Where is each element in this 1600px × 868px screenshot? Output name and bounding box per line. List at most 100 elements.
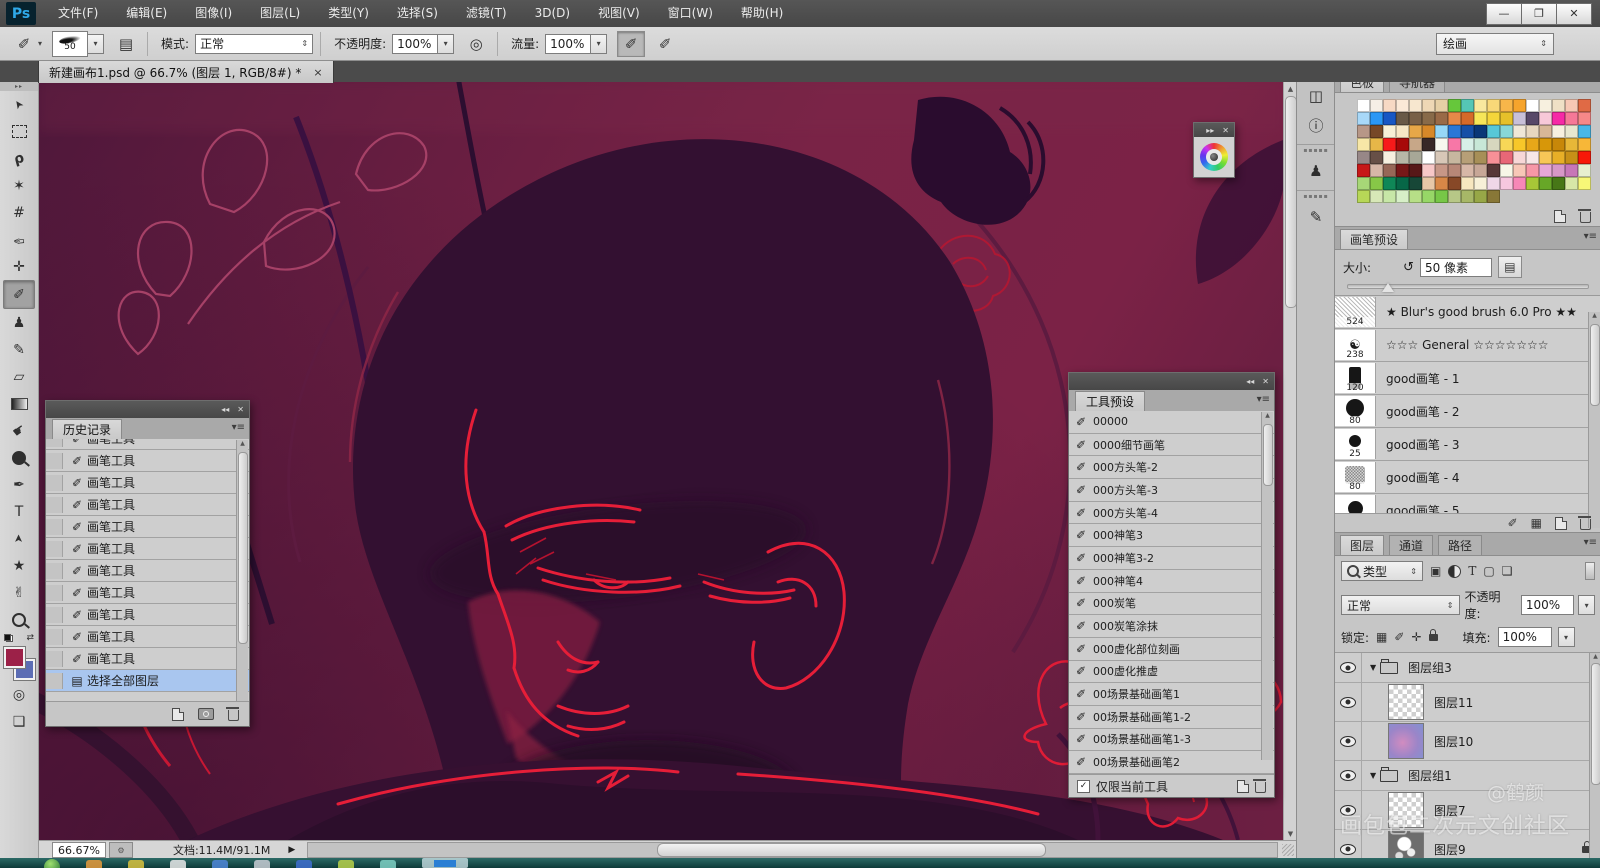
swatch[interactable]: [1357, 151, 1370, 164]
close-panel-icon[interactable]: ✕: [1262, 377, 1269, 386]
history-source-checkbox[interactable]: [46, 541, 63, 557]
swatch[interactable]: [1422, 151, 1435, 164]
panel-menu-icon[interactable]: ▾≡: [1584, 231, 1597, 242]
delete-preset-icon[interactable]: [1255, 782, 1266, 793]
lock-all-icon[interactable]: [1429, 634, 1438, 641]
swatch[interactable]: [1539, 151, 1552, 164]
slider-thumb[interactable]: [1382, 283, 1394, 292]
history-source-checkbox[interactable]: [46, 453, 63, 469]
styles-panel-icon[interactable]: ◫: [1301, 83, 1331, 109]
quick-mask-tool[interactable]: ◎: [4, 681, 34, 708]
swatch[interactable]: [1487, 190, 1500, 203]
swatch[interactable]: [1383, 151, 1396, 164]
new-preset-icon[interactable]: [1237, 780, 1249, 793]
swatch[interactable]: [1396, 151, 1409, 164]
tool-presets-scrollbar[interactable]: ▲: [1261, 412, 1273, 760]
swatch[interactable]: [1448, 99, 1461, 112]
menu-item[interactable]: 图像(I): [181, 0, 246, 27]
taskbar-icon[interactable]: [338, 860, 354, 868]
tool-preset-item[interactable]: ✐ 000神笔3: [1069, 524, 1274, 547]
swatch[interactable]: [1474, 164, 1487, 177]
swatch[interactable]: [1422, 112, 1435, 125]
tool-presets-panel-icon[interactable]: ✎: [1301, 204, 1331, 230]
swatch[interactable]: [1370, 190, 1383, 203]
delete-brush-icon[interactable]: [1580, 519, 1591, 530]
swatch[interactable]: [1461, 138, 1474, 151]
history-entry-selected[interactable]: ▤ 选择全部图层: [46, 670, 249, 692]
swatch[interactable]: [1370, 138, 1383, 151]
swatch[interactable]: [1461, 190, 1474, 203]
layer-row-11[interactable]: 图层11: [1335, 683, 1600, 722]
tool-preset-item[interactable]: ✐ 00场景基础画笔1-3: [1069, 729, 1274, 752]
healing-brush-tool[interactable]: ✛: [4, 253, 34, 280]
swatch[interactable]: [1526, 125, 1539, 138]
swatch[interactable]: [1565, 99, 1578, 112]
swatch[interactable]: [1435, 164, 1448, 177]
brush-preset-item[interactable]: 80 good画笔 - 2: [1335, 395, 1600, 428]
swatch[interactable]: [1409, 177, 1422, 190]
swatch[interactable]: [1513, 125, 1526, 138]
history-entry[interactable]: ✐ 画笔工具: [46, 560, 249, 582]
swatch[interactable]: [1435, 177, 1448, 190]
filter-type-select[interactable]: 类型 ⇕: [1341, 561, 1423, 581]
brush-preset-picker[interactable]: 50 ▾: [52, 31, 104, 57]
filter-adjustment-icon[interactable]: [1448, 565, 1461, 578]
type-tool[interactable]: T: [4, 498, 34, 525]
swatch[interactable]: [1474, 190, 1487, 203]
swatch[interactable]: [1383, 190, 1396, 203]
history-entry[interactable]: ✐ 画笔工具: [46, 626, 249, 648]
history-source-checkbox[interactable]: [46, 651, 63, 667]
menu-item[interactable]: 编辑(E): [112, 0, 181, 27]
swatch[interactable]: [1370, 125, 1383, 138]
swatch[interactable]: [1565, 177, 1578, 190]
swatch[interactable]: [1474, 177, 1487, 190]
fill-arrow[interactable]: ▾: [1558, 627, 1575, 647]
layer-row-7[interactable]: 图层7: [1335, 791, 1600, 830]
swatch[interactable]: [1383, 112, 1396, 125]
taskbar-icon[interactable]: [128, 860, 144, 868]
tab-close-icon[interactable]: ×: [313, 66, 322, 79]
swatch[interactable]: [1500, 112, 1513, 125]
swatch[interactable]: [1500, 151, 1513, 164]
swatch[interactable]: [1422, 138, 1435, 151]
swatch[interactable]: [1383, 138, 1396, 151]
swatch[interactable]: [1448, 177, 1461, 190]
swatch[interactable]: [1370, 164, 1383, 177]
panel-menu-icon[interactable]: ▾≡: [1257, 394, 1270, 405]
tool-preset-item[interactable]: ✐ 000神笔3-2: [1069, 547, 1274, 570]
swatch[interactable]: [1513, 99, 1526, 112]
new-snapshot-icon[interactable]: [198, 708, 214, 720]
swatch[interactable]: [1396, 99, 1409, 112]
history-source-checkbox[interactable]: [46, 497, 63, 513]
panel-menu-icon[interactable]: ▾≡: [232, 422, 245, 433]
swatch[interactable]: [1500, 125, 1513, 138]
preset-manager-icon[interactable]: ▦: [1531, 516, 1542, 530]
pressure-opacity-icon[interactable]: ◎: [462, 31, 490, 57]
swatch[interactable]: [1552, 99, 1565, 112]
flow-field[interactable]: 100%: [545, 34, 591, 54]
swatch[interactable]: [1539, 138, 1552, 151]
brush-preset-item[interactable]: good画笔 - 5: [1335, 494, 1600, 513]
swatch[interactable]: [1526, 112, 1539, 125]
tool-preset-item[interactable]: ✐ 000方头笔-3: [1069, 479, 1274, 502]
history-source-checkbox[interactable]: [46, 629, 63, 645]
tool-dropdown-arrow[interactable]: ▾: [38, 39, 42, 48]
history-source-checkbox[interactable]: [46, 439, 63, 447]
brush-tool[interactable]: ✐: [3, 280, 35, 309]
swatch[interactable]: [1513, 138, 1526, 151]
swatch[interactable]: [1409, 125, 1422, 138]
swatch[interactable]: [1396, 177, 1409, 190]
swatch[interactable]: [1409, 190, 1422, 203]
swatch[interactable]: [1578, 138, 1591, 151]
swatch[interactable]: [1552, 177, 1565, 190]
tool-preset-item[interactable]: ✐ 000方头笔-2: [1069, 456, 1274, 479]
eyedropper-tool[interactable]: ✑: [4, 226, 34, 253]
layer-thumbnail[interactable]: [1388, 684, 1424, 720]
start-button[interactable]: [44, 859, 60, 868]
hand-tool[interactable]: ✌: [4, 579, 34, 606]
swatch[interactable]: [1461, 151, 1474, 164]
swatch[interactable]: [1500, 99, 1513, 112]
new-brush-icon[interactable]: [1555, 517, 1567, 530]
swatch[interactable]: [1370, 151, 1383, 164]
swatch[interactable]: [1474, 112, 1487, 125]
